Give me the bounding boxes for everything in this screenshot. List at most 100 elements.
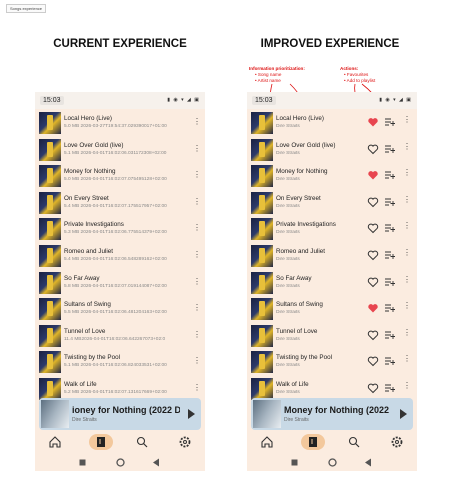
album-art xyxy=(251,271,273,294)
list-item[interactable]: Twisting by the Pool Dire Straits ⋮ xyxy=(247,349,417,376)
back-icon[interactable] xyxy=(152,458,160,467)
heart-icon[interactable] xyxy=(367,302,379,314)
song-title: Money for Nothing xyxy=(64,168,116,176)
more-vert-icon[interactable]: ⋮ xyxy=(403,248,411,257)
heart-icon[interactable] xyxy=(367,355,379,367)
list-item[interactable]: Private Investigations Dire Straits ⋮ xyxy=(247,216,417,243)
list-item[interactable]: Tunnel of Love Dire Straits ⋮ xyxy=(247,323,417,350)
status-icons: ▮ ◉ ▾ ◢ ▣ xyxy=(167,97,200,103)
list-item[interactable]: On Every Street 5.4 MB 2026-04-01T16:02:0… xyxy=(35,190,205,217)
more-vert-icon[interactable]: ⋮ xyxy=(193,144,201,153)
list-item[interactable]: Money for Nothing 5.0 MB 2026-04-01T16:02… xyxy=(35,163,205,190)
list-item[interactable]: Tunnel of Love 11.4 MB2026-04-01T16:02:06… xyxy=(35,323,205,350)
library-icon[interactable] xyxy=(301,434,325,450)
more-vert-icon[interactable]: ⋮ xyxy=(403,142,411,151)
list-item[interactable]: Romeo and Juliet Dire Straits ⋮ xyxy=(247,243,417,270)
more-vert-icon[interactable]: ⋮ xyxy=(403,221,411,230)
heart-icon[interactable] xyxy=(367,222,379,234)
heart-icon[interactable] xyxy=(367,382,379,394)
more-vert-icon[interactable]: ⋮ xyxy=(193,383,201,392)
list-item[interactable]: Twisting by the Pool 5.1 MB 2026-04-01T16… xyxy=(35,349,205,376)
more-vert-icon[interactable]: ⋮ xyxy=(193,223,201,232)
list-item[interactable]: Sultans of Swing Dire Straits ⋮ xyxy=(247,296,417,323)
settings-icon[interactable] xyxy=(177,434,193,450)
song-metadata: 5.3 MB 2026-04-01T16:02:06.775514379+02:… xyxy=(64,230,167,236)
list-item[interactable]: Local Hero (Live) Dire Straits ⋮ xyxy=(247,110,417,137)
song-title: Tunnel of Love xyxy=(64,327,106,335)
list-item[interactable]: Money for Nothing Dire Straits ⋮ xyxy=(247,163,417,190)
album-art xyxy=(39,138,61,161)
playlist-add-icon[interactable] xyxy=(385,278,395,286)
playlist-add-icon[interactable] xyxy=(385,357,395,366)
play-icon[interactable] xyxy=(188,409,195,419)
mini-player[interactable]: Money for Nothing (2022 Dolby Dire Strai… xyxy=(251,398,413,430)
more-vert-icon[interactable]: ⋮ xyxy=(193,356,201,365)
song-title: Walk of Life xyxy=(276,380,309,388)
list-item[interactable]: Romeo and Juliet 5.4 MB 2026-04-01T16:02:… xyxy=(35,243,205,270)
home-icon[interactable] xyxy=(47,434,63,450)
list-item[interactable]: Private Investigations 5.3 MB 2026-04-01T… xyxy=(35,216,205,243)
bottom-nav xyxy=(35,430,205,454)
playlist-add-icon[interactable] xyxy=(385,331,395,339)
playlist-add-icon[interactable] xyxy=(385,384,395,392)
search-icon[interactable] xyxy=(346,434,362,450)
status-bar: 15:03 ▮ ◉ ▾ ◢ ▣ xyxy=(247,92,417,109)
search-icon[interactable] xyxy=(134,434,150,450)
playlist-add-icon[interactable] xyxy=(385,171,395,180)
settings-icon[interactable] xyxy=(389,434,405,450)
recents-icon[interactable] xyxy=(79,459,86,466)
song-title: Twisting by the Pool xyxy=(64,354,121,362)
playlist-add-icon[interactable] xyxy=(385,304,395,313)
list-item[interactable]: So Far Away 5.8 MB 2026-04-01T16:02:07.01… xyxy=(35,270,205,297)
heart-icon[interactable] xyxy=(367,276,379,288)
heart-icon[interactable] xyxy=(367,196,379,208)
home-button-icon[interactable] xyxy=(328,458,337,467)
more-vert-icon[interactable]: ⋮ xyxy=(403,354,411,363)
more-vert-icon[interactable]: ⋮ xyxy=(403,195,411,204)
list-item[interactable]: Love Over Gold (live) 5.1 MB 2026-04-01T1… xyxy=(35,137,205,164)
more-vert-icon[interactable]: ⋮ xyxy=(193,197,201,206)
more-vert-icon[interactable]: ⋮ xyxy=(193,170,201,179)
heart-icon[interactable] xyxy=(367,249,379,261)
playlist-add-icon[interactable] xyxy=(385,145,395,153)
heart-icon[interactable] xyxy=(367,116,379,128)
more-vert-icon[interactable]: ⋮ xyxy=(193,303,201,312)
playlist-add-icon[interactable] xyxy=(385,224,395,233)
list-item[interactable]: On Every Street Dire Straits ⋮ xyxy=(247,190,417,217)
recents-icon[interactable] xyxy=(291,459,298,466)
playlist-add-icon[interactable] xyxy=(385,118,395,126)
mini-player[interactable]: ioney for Nothing (2022 Dolby Dire Strai… xyxy=(39,398,201,430)
more-vert-icon[interactable]: ⋮ xyxy=(193,330,201,339)
list-item[interactable]: So Far Away Dire Straits ⋮ xyxy=(247,270,417,297)
play-icon[interactable] xyxy=(400,409,407,419)
album-art xyxy=(251,377,273,400)
library-icon[interactable] xyxy=(89,434,113,450)
more-vert-icon[interactable]: ⋮ xyxy=(403,301,411,310)
more-vert-icon[interactable]: ⋮ xyxy=(403,168,411,177)
album-art xyxy=(251,351,273,374)
heart-icon[interactable] xyxy=(367,169,379,181)
list-item[interactable]: Love Over Gold (live) Dire Straits ⋮ xyxy=(247,137,417,164)
list-item[interactable]: Local Hero (Live) 5.0 MB 2026-03-27T19:54… xyxy=(35,110,205,137)
more-vert-icon[interactable]: ⋮ xyxy=(403,275,411,284)
list-item[interactable]: Sultans of Swing 5.5 MB 2026-04-01T16:02:… xyxy=(35,296,205,323)
more-vert-icon[interactable]: ⋮ xyxy=(193,250,201,259)
more-vert-icon[interactable]: ⋮ xyxy=(403,381,411,390)
song-title: On Every Street xyxy=(64,194,109,202)
playlist-add-icon[interactable] xyxy=(385,198,395,206)
back-icon[interactable] xyxy=(364,458,372,467)
album-art xyxy=(251,112,273,134)
heart-icon[interactable] xyxy=(367,329,379,341)
song-title: Twisting by the Pool xyxy=(276,354,333,362)
song-title: Love Over Gold (live) xyxy=(64,141,124,149)
playlist-add-icon[interactable] xyxy=(385,251,395,259)
heart-icon[interactable] xyxy=(367,143,379,155)
more-vert-icon[interactable]: ⋮ xyxy=(403,115,411,124)
home-button-icon[interactable] xyxy=(116,458,125,467)
home-icon[interactable] xyxy=(259,434,275,450)
more-vert-icon[interactable]: ⋮ xyxy=(403,328,411,337)
album-art xyxy=(39,218,61,241)
album-art xyxy=(251,298,273,321)
more-vert-icon[interactable]: ⋮ xyxy=(193,117,201,126)
more-vert-icon[interactable]: ⋮ xyxy=(193,277,201,286)
